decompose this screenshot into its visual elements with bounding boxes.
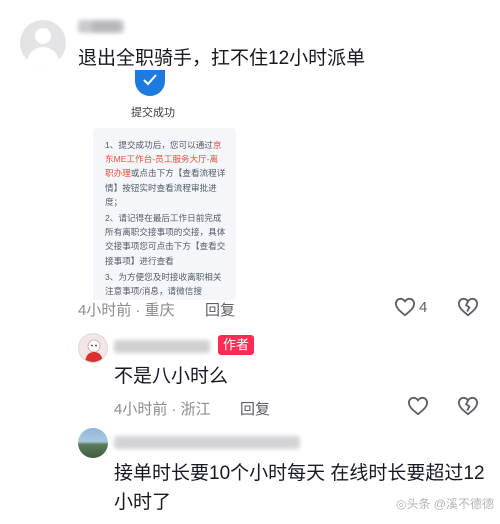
reply-button[interactable]: 回复 (240, 398, 270, 419)
instruction-step: 3、为方便您及时接收离职相关注意事项/消息，请微信搜 (105, 271, 222, 297)
watermark: ◎头条 @溪不德德 (396, 497, 494, 511)
comment-meta: 4小时前 · 浙江 (114, 401, 211, 418)
reply-button[interactable]: 回复 (205, 299, 235, 320)
status-title: 提交成功 (131, 107, 175, 119)
instruction-card: 1、提交成功后，您可以通过京东ME工作台-员工服务大厅-离职办理或点击下方【查看… (93, 128, 236, 300)
username-blurred[interactable] (114, 340, 210, 353)
avatar[interactable] (78, 428, 108, 458)
heart-outline-icon[interactable] (394, 297, 416, 317)
broken-heart-icon[interactable] (457, 297, 479, 317)
comment-text: 小时了 (114, 492, 172, 513)
avatar[interactable] (20, 20, 66, 66)
comment-text: 不是八小时么 (114, 366, 229, 387)
instruction-step: 2、请记得在最后工作日前完成所有离职交接事项的交接，具体交接事项您可点击下方【查… (105, 213, 226, 266)
author-badge: 作者 (218, 335, 255, 355)
broken-heart-icon[interactable] (457, 396, 479, 416)
username-blurred[interactable] (114, 436, 300, 449)
avatar[interactable] (78, 333, 108, 363)
comment-text: 退出全职骑手，扛不住12小时派单 (78, 48, 366, 69)
heart-outline-icon[interactable] (407, 396, 429, 416)
like-count: 4 (419, 299, 428, 316)
comment-meta: 4小时前 · 重庆 (78, 302, 175, 319)
instruction-step: 1、提交成功后，您可以通过京东ME工作台-员工服务大厅-离职办理或点击下方【查看… (105, 140, 226, 207)
username-blurred (92, 22, 120, 31)
comment-text: 接单时长要10个小时每天 在线时长要超过12 (114, 463, 485, 484)
